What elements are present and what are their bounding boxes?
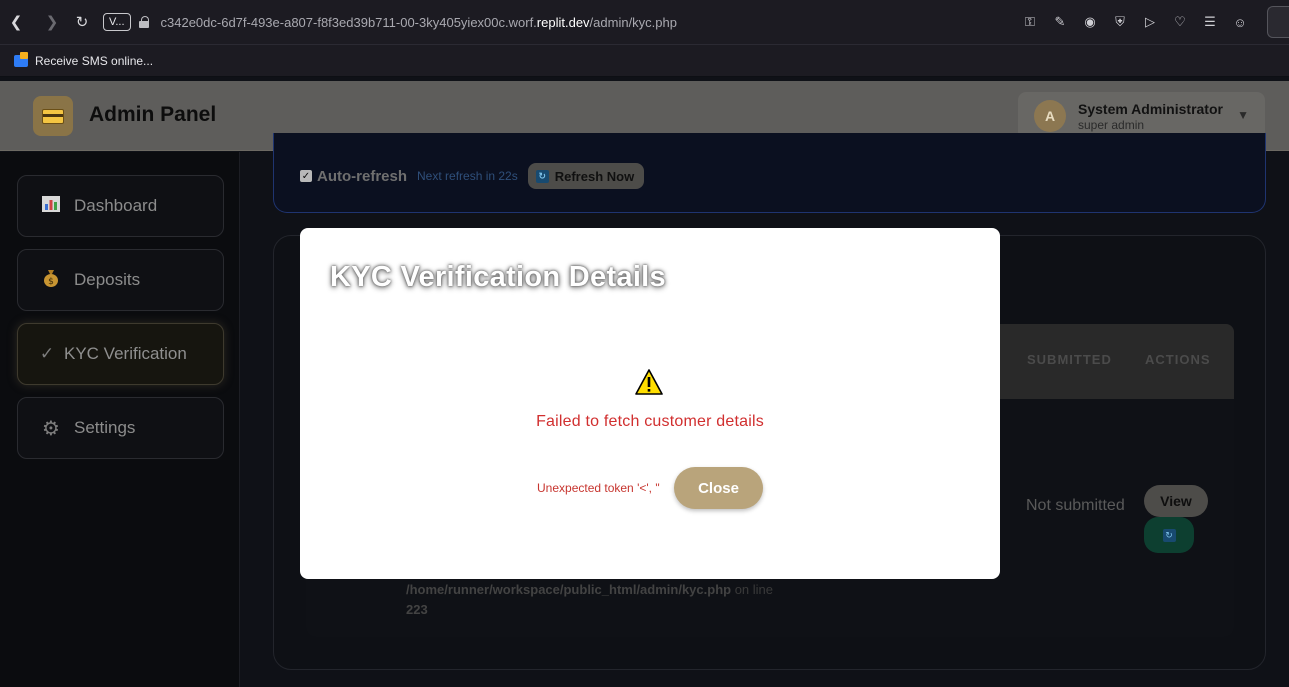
- forward-icon[interactable]: ❯: [39, 9, 65, 35]
- action-button[interactable]: ↻: [1144, 517, 1194, 553]
- extension-tab[interactable]: [1267, 6, 1289, 38]
- browser-toolbar: ❮ ❯ ↻ V... c342e0dc-6d7f-493e-a807-f8f3e…: [0, 0, 1289, 44]
- bookmark-label[interactable]: Receive SMS online...: [35, 54, 153, 68]
- url-host: replit.dev: [536, 14, 590, 30]
- sidebar: Dashboard $ Deposits ✓ KYC Verification …: [0, 152, 240, 687]
- sidebar-item-deposits[interactable]: $ Deposits: [17, 249, 224, 311]
- error-line-number: 223: [406, 602, 428, 617]
- refresh-icon: ↻: [535, 169, 549, 183]
- php-error-path: /home/runner/workspace/public_html/admin…: [406, 577, 773, 603]
- user-role: super admin: [1078, 117, 1145, 132]
- chart-icon: [38, 195, 64, 217]
- error-message: Failed to fetch customer details: [536, 413, 764, 430]
- logo: [33, 96, 73, 136]
- back-icon[interactable]: ❮: [3, 9, 29, 35]
- money-bag-icon: $: [38, 269, 64, 292]
- edit-icon[interactable]: ✎: [1051, 13, 1069, 31]
- site-info-badge[interactable]: V...: [103, 13, 131, 31]
- user-info: System Administrator super admin: [1078, 101, 1223, 132]
- check-icon: ✓: [39, 344, 55, 363]
- view-button[interactable]: View: [1144, 485, 1208, 517]
- sidebar-item-dashboard[interactable]: Dashboard: [17, 175, 224, 237]
- error-file-path: /home/runner/workspace/public_html/admin…: [406, 582, 732, 597]
- warning-icon: [635, 369, 663, 395]
- browser-actions: ⚿ ✎ ◉ ⛨ ▷ ♡ ☰ ☺: [1021, 0, 1249, 44]
- address-bar[interactable]: c342e0dc-6d7f-493e-a807-f8f3ed39b711-00-…: [161, 15, 677, 30]
- gear-icon: ⚙: [42, 417, 60, 440]
- sidebar-item-kyc-verification[interactable]: ✓ KYC Verification: [17, 323, 224, 385]
- auto-refresh-checkbox[interactable]: ✓: [300, 170, 312, 182]
- reload-icon[interactable]: ↻: [69, 9, 95, 35]
- close-button[interactable]: Close: [674, 467, 763, 509]
- sidebar-item-label: Settings: [74, 418, 136, 437]
- bookmarks-bar: Receive SMS online...: [0, 44, 1289, 76]
- auto-refresh-row: ✓ Auto-refresh Next refresh in 22s ↻ Ref…: [300, 163, 645, 189]
- sidebar-item-settings[interactable]: ⚙ Settings: [17, 397, 224, 459]
- heart-icon[interactable]: ♡: [1171, 13, 1189, 31]
- error-on-line-text: on line: [734, 582, 774, 597]
- credit-card-icon: [42, 108, 64, 124]
- shield-icon[interactable]: ⛨: [1111, 13, 1129, 31]
- avatar: A: [1034, 100, 1066, 132]
- modal-title: KYC Verification Details: [330, 261, 666, 293]
- refresh-panel: ✓ Auto-refresh Next refresh in 22s ↻ Ref…: [273, 133, 1266, 213]
- profile-icon[interactable]: ☺: [1231, 13, 1249, 31]
- sidebar-item-label: KYC Verification: [64, 344, 187, 363]
- chevron-down-icon: ▼: [1237, 108, 1249, 122]
- submitted-status: Not submitted: [1026, 497, 1125, 514]
- refresh-now-label: Refresh Now: [554, 168, 635, 184]
- url-path: /admin/kyc.php: [589, 14, 677, 30]
- column-header-submitted: SUBMITTED: [1027, 352, 1112, 367]
- key-icon[interactable]: ⚿: [1021, 13, 1039, 31]
- camera-icon[interactable]: ◉: [1081, 13, 1099, 31]
- user-name: System Administrator: [1078, 100, 1223, 117]
- menu-icon[interactable]: ☰: [1201, 13, 1219, 31]
- sidebar-item-label: Dashboard: [74, 196, 158, 215]
- error-detail: Unexpected token '<', ": [537, 481, 660, 495]
- app-title: Admin Panel: [89, 103, 217, 126]
- play-icon[interactable]: ▷: [1141, 13, 1159, 31]
- auto-refresh-label: Auto-refresh: [317, 167, 408, 185]
- url-prefix: c342e0dc-6d7f-493e-a807-f8f3ed39b711-00-…: [160, 14, 537, 30]
- refresh-icon: ↻: [1162, 528, 1176, 542]
- kyc-details-modal: KYC Verification Details Failed to fetch…: [300, 228, 1000, 579]
- bookmark-icon: [14, 51, 28, 67]
- refresh-now-button[interactable]: ↻ Refresh Now: [527, 163, 645, 189]
- sidebar-item-label: Deposits: [74, 270, 141, 289]
- lock-icon: [138, 16, 149, 28]
- next-refresh-countdown: Next refresh in 22s: [417, 169, 518, 183]
- column-header-actions: ACTIONS: [1145, 352, 1211, 367]
- svg-text:$: $: [48, 277, 54, 287]
